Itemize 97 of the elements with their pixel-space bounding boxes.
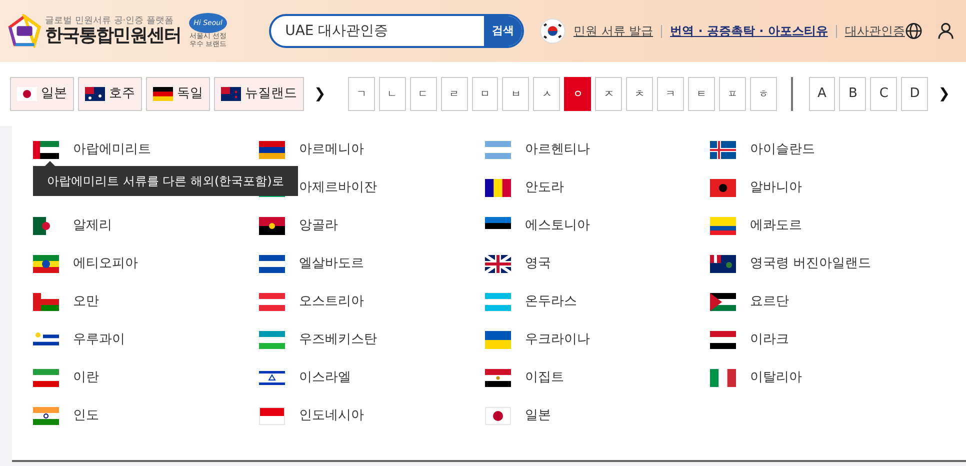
letter-tab[interactable]: ㅋ	[657, 77, 684, 111]
letter-tab[interactable]: ㅇ	[564, 77, 592, 111]
user-icon[interactable]	[938, 22, 954, 40]
letter-tab[interactable]: ㅊ	[626, 77, 654, 111]
search-button[interactable]: 검색	[484, 16, 522, 46]
letter-tab[interactable]: C	[870, 77, 898, 111]
country-link[interactable]: 일본	[525, 406, 551, 426]
country-link[interactable]: 우루과이	[73, 330, 125, 350]
letter-tab[interactable]: D	[901, 77, 928, 111]
nav-link[interactable]: 민원 서류 발급	[573, 22, 654, 40]
flag-icon	[221, 87, 241, 101]
country-link[interactable]: 에콰도르	[750, 216, 802, 236]
letter-tab[interactable]: ㅈ	[595, 77, 622, 111]
flag-icon	[259, 141, 285, 159]
country-link[interactable]: 영국령 버진아일랜드	[750, 254, 872, 274]
flag-icon	[33, 331, 59, 349]
flag-icon	[710, 217, 736, 235]
country-chip[interactable]: 뉴질랜드	[214, 77, 304, 111]
letter-tab[interactable]: ㅎ	[750, 77, 777, 111]
tagline: 글로벌 민원서류 공·인증 플랫폼	[45, 16, 175, 26]
flag-icon	[710, 293, 736, 311]
flag-icon	[710, 369, 736, 387]
country-link[interactable]: 아랍에미리트	[73, 140, 151, 160]
letter-tab[interactable]: ㅂ	[502, 77, 530, 111]
country-link[interactable]: 아르메니아	[299, 140, 364, 160]
country-link[interactable]: 아이슬란드	[750, 140, 815, 160]
country-chip[interactable]: 일본	[10, 77, 74, 111]
letter-tab[interactable]: B	[839, 77, 866, 111]
flag-icon	[153, 87, 173, 101]
country-chip[interactable]: 호주	[78, 77, 142, 111]
country-link[interactable]: 아제르바이잔	[299, 178, 377, 198]
flag-icon	[259, 293, 285, 311]
country-link[interactable]: 이스라엘	[299, 368, 351, 388]
flag-icon	[17, 87, 37, 101]
flag-icon	[485, 255, 511, 273]
flag-icon	[33, 369, 59, 387]
flag-icon	[85, 87, 105, 101]
globe-icon[interactable]	[904, 22, 922, 40]
country-link[interactable]: 인도	[73, 406, 99, 426]
country-link[interactable]: 이란	[73, 368, 99, 388]
flag-icon	[259, 217, 285, 235]
flag-icon	[259, 407, 285, 425]
country-link[interactable]: 온두라스	[525, 292, 577, 312]
letter-tab[interactable]: ㄱ	[348, 77, 375, 111]
flag-icon	[33, 293, 59, 311]
flag-icon	[33, 407, 59, 425]
country-link[interactable]: 오만	[73, 292, 99, 312]
country-link[interactable]: 에스토니아	[525, 216, 590, 236]
flag-icon	[485, 331, 511, 349]
country-link[interactable]: 엘살바도르	[299, 254, 364, 274]
country-link[interactable]: 영국	[525, 254, 551, 274]
letter-tab[interactable]: A	[808, 77, 836, 111]
letter-tab[interactable]: ㅁ	[472, 77, 498, 111]
letter-tab[interactable]: ㅍ	[719, 77, 746, 111]
flag-icon	[259, 369, 285, 387]
next-arrow[interactable]: ❯	[308, 84, 332, 104]
country-link[interactable]: 알바니아	[750, 178, 802, 198]
letter-tab[interactable]: ㅅ	[533, 77, 560, 111]
flag-icon	[33, 141, 59, 159]
flag-icon	[485, 179, 511, 197]
flag-icon	[485, 293, 511, 311]
nav-link[interactable]: 번역 · 공증촉탁 · 아포스티유	[670, 22, 828, 40]
flag-icon	[33, 255, 59, 273]
letter-tab[interactable]: ㄴ	[378, 77, 406, 111]
flag-icon	[259, 331, 285, 349]
nav-link[interactable]: 대사관인증	[844, 22, 905, 40]
next-arrow[interactable]: ❯	[932, 84, 956, 104]
country-link[interactable]: 에티오피아	[73, 254, 138, 274]
flag-icon	[485, 407, 511, 425]
country-link[interactable]: 우즈베키스탄	[299, 330, 377, 350]
flag-icon	[710, 331, 736, 349]
country-link[interactable]: 이탈리아	[750, 368, 802, 388]
country-link[interactable]: 안도라	[525, 178, 564, 198]
letter-tab[interactable]: ㄹ	[440, 77, 468, 111]
flag-icon	[485, 369, 511, 387]
country-link[interactable]: 이집트	[525, 368, 564, 388]
logo-icon	[8, 14, 42, 48]
country-link[interactable]: 요르단	[750, 292, 789, 312]
flag-icon	[710, 141, 736, 159]
letter-tab[interactable]: ㄷ	[410, 77, 437, 111]
tooltip: 아랍에미리트 서류를 다른 해외(한국포함)로	[33, 161, 298, 196]
flag-icon	[259, 255, 285, 273]
country-link[interactable]: 앙골라	[299, 216, 338, 236]
flag-icon	[710, 255, 736, 273]
country-link[interactable]: 알제리	[73, 216, 112, 236]
country-chip[interactable]: 독일	[146, 77, 210, 111]
country-link[interactable]: 이라크	[750, 330, 789, 350]
flag-icon	[540, 18, 566, 44]
country-link[interactable]: 우크라이나	[525, 330, 590, 350]
flag-icon	[710, 179, 736, 197]
search-field[interactable]: UAE 대사관인증 검색	[269, 14, 524, 48]
country-link[interactable]: 인도네시아	[299, 406, 364, 426]
flag-icon	[485, 141, 511, 159]
brand-name: 한국통합민원센터	[45, 26, 182, 46]
country-link[interactable]: 아르헨티나	[525, 140, 590, 160]
letter-tab[interactable]: ㅌ	[688, 77, 716, 111]
country-link[interactable]: 오스트리아	[299, 292, 364, 312]
